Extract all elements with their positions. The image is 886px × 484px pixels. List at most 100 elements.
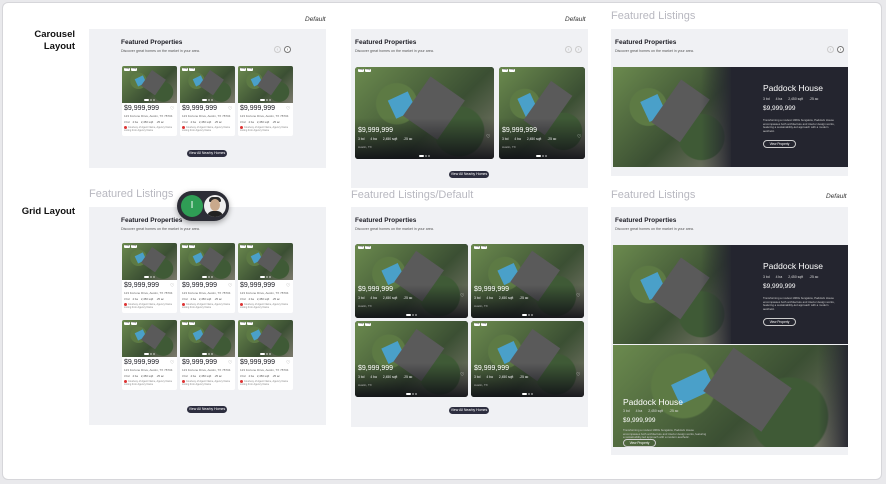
property-card[interactable]: Chip Chip $9,999,999 ♡ 123 Fortune Drive, Au… <box>180 66 235 136</box>
chevron-right-icon[interactable]: › <box>837 46 844 53</box>
dot[interactable] <box>260 276 265 278</box>
heart-icon[interactable]: ♡ <box>228 360 232 366</box>
dot[interactable] <box>153 99 155 101</box>
view-property-button[interactable]: View Property <box>763 140 796 148</box>
dot[interactable] <box>211 276 213 278</box>
dot[interactable] <box>424 155 427 157</box>
dot[interactable] <box>521 314 527 316</box>
dot[interactable] <box>269 276 271 278</box>
dot[interactable] <box>211 99 213 101</box>
carousel-dots[interactable] <box>405 393 417 395</box>
heart-icon[interactable]: ♡ <box>577 134 581 140</box>
heart-icon[interactable]: ♡ <box>170 106 174 112</box>
property-card[interactable]: Chip Chip $9,999,999 ♡ 123 Fortune Drive, Au… <box>238 243 293 313</box>
dot[interactable] <box>202 353 207 355</box>
carousel-dots[interactable] <box>144 353 155 355</box>
mode-toggle[interactable]: I <box>177 191 229 221</box>
property-card[interactable]: Chip Chip $9,999,999 ♡ 123 Fortune Drive, Au… <box>180 243 235 313</box>
dot[interactable] <box>411 393 414 395</box>
hero-listing[interactable]: Paddock House 3 bd 4 ba 2,450 sqft .25 ac $9,… <box>613 67 848 167</box>
dot[interactable] <box>266 276 268 278</box>
dot[interactable] <box>211 353 213 355</box>
heart-icon[interactable]: ♡ <box>460 293 464 299</box>
heart-icon[interactable]: ♡ <box>286 360 290 366</box>
carousel-dots[interactable] <box>521 314 533 316</box>
dot[interactable] <box>144 276 149 278</box>
heart-icon[interactable]: ♡ <box>460 372 464 378</box>
toggle-knob[interactable]: I <box>181 195 203 217</box>
property-card[interactable]: Chip Chip $9,999,999 ♡ 123 Fortune Drive, Au… <box>238 66 293 136</box>
carousel-dots[interactable] <box>202 99 213 101</box>
heart-icon[interactable]: ♡ <box>170 283 174 289</box>
property-card[interactable]: Chip Chip $9,999,999 ♡ 123 Fortune Drive, Au… <box>238 320 293 390</box>
chevron-left-icon[interactable]: ‹ <box>565 46 572 53</box>
carousel-dots[interactable] <box>405 314 417 316</box>
dot[interactable] <box>150 99 152 101</box>
view-all-nearby-homes-button[interactable]: View All Nearby Homes <box>187 406 227 413</box>
carousel-dots[interactable] <box>260 276 271 278</box>
property-card-dark[interactable]: Chip Chip $9,999,999 ♡ 3 bd 4 ba 2,450 sqft .25… <box>471 321 584 397</box>
dot[interactable] <box>153 353 155 355</box>
dot[interactable] <box>208 276 210 278</box>
property-card-dark[interactable]: Chip Chip $9,999,999 ♡ 3 bd 4 ba 2,450 sqft .25… <box>499 67 585 159</box>
property-card[interactable]: Chip Chip $9,999,999 ♡ 123 Fortune Drive, Au… <box>122 66 177 136</box>
chevron-right-icon[interactable]: › <box>575 46 582 53</box>
carousel-dots[interactable] <box>418 155 430 157</box>
carousel-dots[interactable] <box>260 99 271 101</box>
dot[interactable] <box>144 353 149 355</box>
heart-icon[interactable]: ♡ <box>576 293 580 299</box>
dot[interactable] <box>427 155 430 157</box>
carousel-dots[interactable] <box>202 276 213 278</box>
dot[interactable] <box>202 276 207 278</box>
carousel-dots[interactable] <box>202 353 213 355</box>
dot[interactable] <box>150 353 152 355</box>
heart-icon[interactable]: ♡ <box>486 134 490 140</box>
property-card[interactable]: Chip Chip $9,999,999 ♡ 123 Fortune Drive, Au… <box>180 320 235 390</box>
dot[interactable] <box>530 314 533 316</box>
dot[interactable] <box>414 393 417 395</box>
dot[interactable] <box>202 99 207 101</box>
dot[interactable] <box>418 155 424 157</box>
dot[interactable] <box>536 155 541 157</box>
property-card-dark[interactable]: Chip Chip $9,999,999 ♡ 3 bd 4 ba 2,450 sqft .25… <box>355 321 468 397</box>
dot[interactable] <box>411 314 414 316</box>
property-card[interactable]: Chip Chip $9,999,999 ♡ 123 Fortune Drive, Au… <box>122 243 177 313</box>
dot[interactable] <box>144 99 149 101</box>
carousel-dots[interactable] <box>144 99 155 101</box>
property-card-dark[interactable]: Chip Chip $9,999,999 ♡ 3 bd 4 ba 2,450 sqft .25… <box>355 67 494 159</box>
heart-icon[interactable]: ♡ <box>576 372 580 378</box>
heart-icon[interactable]: ♡ <box>286 106 290 112</box>
dot[interactable] <box>269 353 271 355</box>
carousel-dots[interactable] <box>536 155 547 157</box>
dot[interactable] <box>260 99 265 101</box>
dot[interactable] <box>269 99 271 101</box>
dot[interactable] <box>545 155 547 157</box>
dot[interactable] <box>260 353 265 355</box>
property-card-dark[interactable]: Chip Chip $9,999,999 ♡ 3 bd 4 ba 2,450 sqft .25… <box>471 244 584 318</box>
chevron-left-icon[interactable]: ‹ <box>274 46 281 53</box>
dot[interactable] <box>527 393 530 395</box>
view-property-button[interactable]: View Property <box>763 318 796 326</box>
dot[interactable] <box>521 393 527 395</box>
carousel-dots[interactable] <box>260 353 271 355</box>
dot[interactable] <box>150 276 152 278</box>
dot[interactable] <box>266 353 268 355</box>
dot[interactable] <box>208 353 210 355</box>
chevron-right-icon[interactable]: › <box>284 46 291 53</box>
dot[interactable] <box>153 276 155 278</box>
hero-listing[interactable]: Paddock House 3 bd 4 ba 2,450 sqft .25 ac $9,… <box>613 345 848 447</box>
dot[interactable] <box>266 99 268 101</box>
dot[interactable] <box>527 314 530 316</box>
heart-icon[interactable]: ♡ <box>228 106 232 112</box>
chevron-left-icon[interactable]: ‹ <box>827 46 834 53</box>
view-all-nearby-homes-button[interactable]: View All Nearby Homes <box>449 171 489 178</box>
dot[interactable] <box>405 393 411 395</box>
user-avatar[interactable] <box>204 195 226 217</box>
carousel-dots[interactable] <box>521 393 533 395</box>
heart-icon[interactable]: ♡ <box>228 283 232 289</box>
dot[interactable] <box>208 99 210 101</box>
property-card[interactable]: Chip Chip $9,999,999 ♡ 123 Fortune Drive, Au… <box>122 320 177 390</box>
dot[interactable] <box>405 314 411 316</box>
hero-listing[interactable]: Paddock House 3 bd 4 ba 2,450 sqft .25 ac $9,… <box>613 245 848 344</box>
heart-icon[interactable]: ♡ <box>286 283 290 289</box>
